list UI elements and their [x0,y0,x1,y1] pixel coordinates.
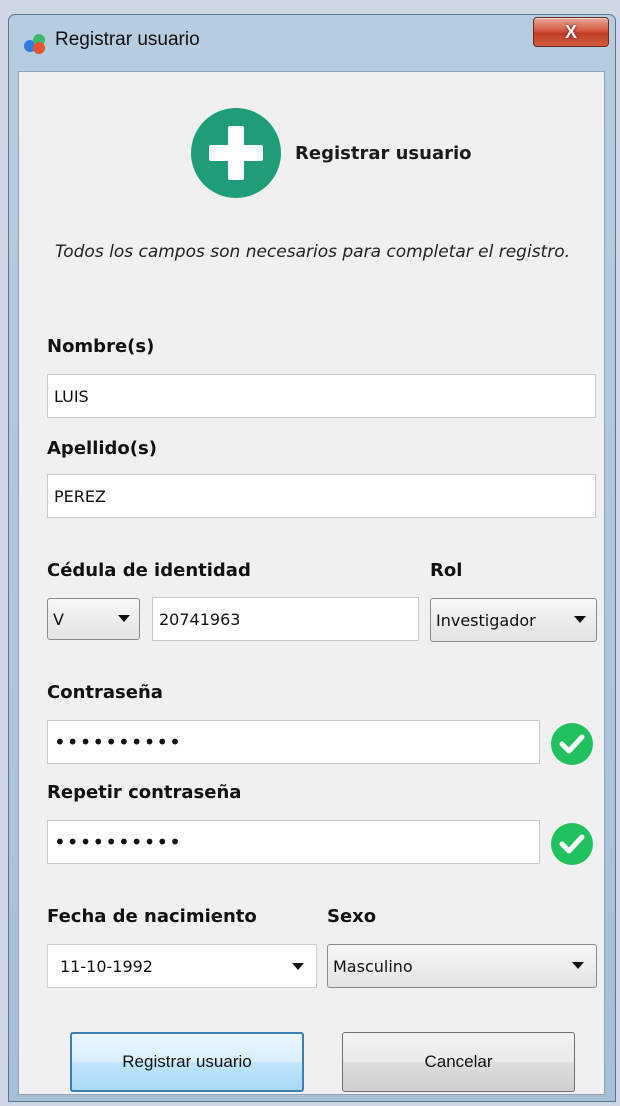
cancel-button[interactable]: Cancelar [342,1032,575,1092]
fecha-value: 11-10-1992 [60,956,153,976]
register-button-label: Registrar usuario [122,1052,252,1071]
close-icon: X [564,21,577,42]
cedula-value: 20741963 [159,609,241,629]
repeat-password-mask: •••••••••• [54,830,182,854]
apellido-input[interactable]: PEREZ [47,474,596,518]
repeat-password-input[interactable]: •••••••••• [47,820,540,864]
password-valid-check-icon [551,723,593,765]
dialog-window: Registrar usuario X Registrar usuario To… [8,14,616,1102]
instructions-text: Todos los campos son necesarios para com… [54,242,571,262]
sexo-select[interactable]: Masculino [327,944,597,988]
chevron-down-icon [574,616,586,623]
close-button[interactable]: X [533,17,609,47]
apellido-value: PEREZ [54,486,106,506]
cedula-input[interactable]: 20741963 [152,597,419,641]
app-icon [24,34,45,54]
dialog-content: Registrar usuario Todos los campos son n… [18,71,605,1095]
register-button[interactable]: Registrar usuario [70,1032,304,1092]
cancel-button-label: Cancelar [424,1052,493,1071]
fecha-label: Fecha de nacimiento [47,906,257,927]
apellido-label: Apellido(s) [47,438,157,459]
rol-select[interactable]: Investigador [430,598,597,642]
sexo-value: Masculino [333,956,413,976]
chevron-down-icon [292,963,304,970]
title-bar[interactable]: Registrar usuario X [9,15,615,71]
cedula-prefix-select[interactable]: V [47,598,140,640]
rol-value: Investigador [436,610,536,630]
password-label: Contraseña [47,682,163,703]
chevron-down-icon [572,962,584,969]
add-user-icon [191,108,281,198]
repeat-password-valid-check-icon [551,823,593,865]
window-title: Registrar usuario [55,29,200,50]
cedula-label: Cédula de identidad [47,560,251,581]
nombre-label: Nombre(s) [47,336,155,357]
password-mask: •••••••••• [54,730,182,754]
cedula-prefix-value: V [53,609,64,629]
rol-label: Rol [430,560,463,581]
fecha-date-picker[interactable]: 11-10-1992 [47,944,317,988]
repeat-password-label: Repetir contraseña [47,782,242,803]
nombre-value: LUIS [54,386,89,406]
nombre-input[interactable]: LUIS [47,374,596,418]
sexo-label: Sexo [327,906,377,927]
chevron-down-icon [118,615,130,622]
header-title: Registrar usuario [295,143,472,164]
password-input[interactable]: •••••••••• [47,720,540,764]
